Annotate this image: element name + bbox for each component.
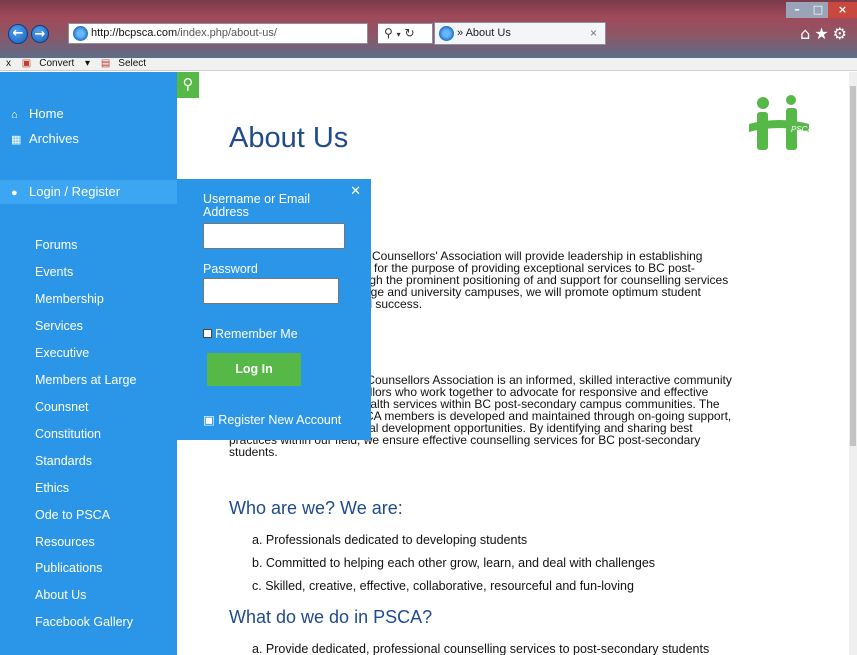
password-input[interactable] xyxy=(203,278,339,304)
logo-head-left xyxy=(757,97,769,109)
logo-text: PSCA xyxy=(791,125,811,134)
refresh-icon[interactable]: ↻ xyxy=(404,26,414,40)
list-item: a. Provide dedicated, professional couns… xyxy=(252,642,710,655)
browser-chrome: ← → http://bcpsca.com/index.php/about-us… xyxy=(0,0,857,58)
back-button[interactable]: ← xyxy=(8,24,28,44)
sidebar-item-publications[interactable]: Publications xyxy=(35,559,102,577)
sidebar: ⌂ Home ▦ Archives ● Login / Register Forums… xyxy=(0,72,177,655)
close-window-button[interactable]: × xyxy=(828,2,857,18)
sidebar-link-label: Home xyxy=(29,106,64,121)
password-label: Password xyxy=(203,262,258,276)
login-dropdown: ✕ Username or Email Address Password Rem… xyxy=(177,179,371,440)
sidebar-item-ode-to-psca[interactable]: Ode to PSCA xyxy=(35,506,110,524)
address-bar[interactable]: http://bcpsca.com/index.php/about-us/ xyxy=(68,23,368,44)
remember-me-label: Remember Me xyxy=(215,327,298,341)
tab-title: » About Us xyxy=(457,27,511,39)
sidebar-item-executive[interactable]: Executive xyxy=(35,344,89,362)
search-icon[interactable]: ⚲ xyxy=(177,72,199,98)
command-bar: x ▣ Convert ▾ ▤ Select xyxy=(0,58,857,71)
sidebar-item-counsnet[interactable]: Counsnet xyxy=(35,398,89,416)
convert-label: Convert xyxy=(39,58,75,69)
home-icon[interactable]: ⌂ xyxy=(800,24,814,43)
convert-menu[interactable]: ▣ Convert ▾ xyxy=(22,58,90,69)
tab-close-icon[interactable]: × xyxy=(590,23,597,44)
home-icon: ⌂ xyxy=(11,109,18,121)
logo-head-right xyxy=(786,95,796,105)
sidebar-item-facebook-gallery[interactable]: Facebook Gallery xyxy=(35,613,133,631)
sidebar-item-forums[interactable]: Forums xyxy=(35,236,77,254)
who-heading: Who are we? We are: xyxy=(229,498,403,518)
username-input[interactable] xyxy=(203,223,345,249)
username-label: Username or Email Address xyxy=(203,192,310,219)
ie-icon xyxy=(73,26,88,41)
pdf-icon: ▣ xyxy=(21,58,32,69)
list-item: a. Professionals dedicated to developing… xyxy=(252,533,528,547)
log-in-button[interactable]: Log In xyxy=(207,353,301,386)
remember-me-checkbox[interactable] xyxy=(203,329,212,338)
sidebar-link-home[interactable]: ⌂ Home xyxy=(0,104,177,125)
sidebar-item-standards[interactable]: Standards xyxy=(35,452,92,470)
sidebar-item-members-at-large[interactable]: Members at Large xyxy=(35,371,136,389)
sidebar-item-services[interactable]: Services xyxy=(35,317,83,335)
scrollbar-thumb[interactable] xyxy=(850,86,856,446)
sidebar-item-events[interactable]: Events xyxy=(35,263,73,281)
sidebar-link-label: Archives xyxy=(29,131,79,146)
remember-me[interactable]: Remember Me xyxy=(203,327,298,341)
logo-figure-left xyxy=(757,112,768,150)
ie-icon xyxy=(439,26,454,41)
paragraph-line: and success. xyxy=(352,297,423,311)
what-heading: What do we do in PSCA? xyxy=(229,607,433,627)
dropdown-icon[interactable]: ▾ xyxy=(397,30,401,39)
sidebar-item-about-us[interactable]: About Us xyxy=(35,586,86,604)
select-label: Select xyxy=(118,58,147,69)
sidebar-link-archives[interactable]: ▦ Archives xyxy=(0,129,177,150)
sidebar-item-ethics[interactable]: Ethics xyxy=(35,479,69,497)
web-page: ⌂ Home ▦ Archives ● Login / Register Forums… xyxy=(0,72,849,655)
register-label: Register New Account xyxy=(218,413,342,427)
star-icon[interactable]: ★ xyxy=(814,24,832,43)
sidebar-item-resources[interactable]: Resources xyxy=(35,533,95,551)
url-domain: http://bcpsca.com xyxy=(91,27,178,39)
select-menu[interactable]: ▤ Select xyxy=(101,58,154,69)
toolbar-icons: ⌂★⚙ xyxy=(800,24,851,43)
url-path: /index.php/about-us/ xyxy=(177,27,277,39)
forward-button[interactable]: → xyxy=(31,25,49,43)
sidebar-login-register[interactable]: ● Login / Register xyxy=(0,180,177,204)
browser-tab[interactable]: » About Us × xyxy=(434,22,606,45)
sidebar-item-membership[interactable]: Membership xyxy=(35,290,104,308)
paragraph-line: students. xyxy=(229,445,278,459)
scrollbar[interactable] xyxy=(849,72,857,655)
psca-logo: PSCA xyxy=(749,95,811,150)
address-tools[interactable]: ⚲ ▾ ↻ xyxy=(378,23,433,44)
list-item: c. Skilled, creative, effective, collabo… xyxy=(252,579,634,593)
command-bar-close[interactable]: x xyxy=(6,58,11,69)
maximize-button[interactable]: □ xyxy=(808,2,828,18)
search-icon[interactable]: ⚲ xyxy=(384,26,393,40)
gear-icon[interactable]: ⚙ xyxy=(833,24,851,43)
register-link[interactable]: ▣ Register New Account xyxy=(203,413,341,427)
select-icon: ▤ xyxy=(100,58,111,69)
list-item: b. Committed to helping each other grow,… xyxy=(252,556,656,570)
calendar-icon: ▦ xyxy=(11,134,22,146)
mission-paragraph: ary Counsellors' Association will provid… xyxy=(352,250,798,310)
page-title: About Us xyxy=(229,122,349,154)
sidebar-item-constitution[interactable]: Constitution xyxy=(35,425,101,443)
user-icon: ● xyxy=(11,187,18,199)
minimize-button[interactable]: – xyxy=(786,2,808,18)
id-card-icon: ▣ xyxy=(203,413,215,427)
sidebar-login-label: Login / Register xyxy=(29,184,121,199)
